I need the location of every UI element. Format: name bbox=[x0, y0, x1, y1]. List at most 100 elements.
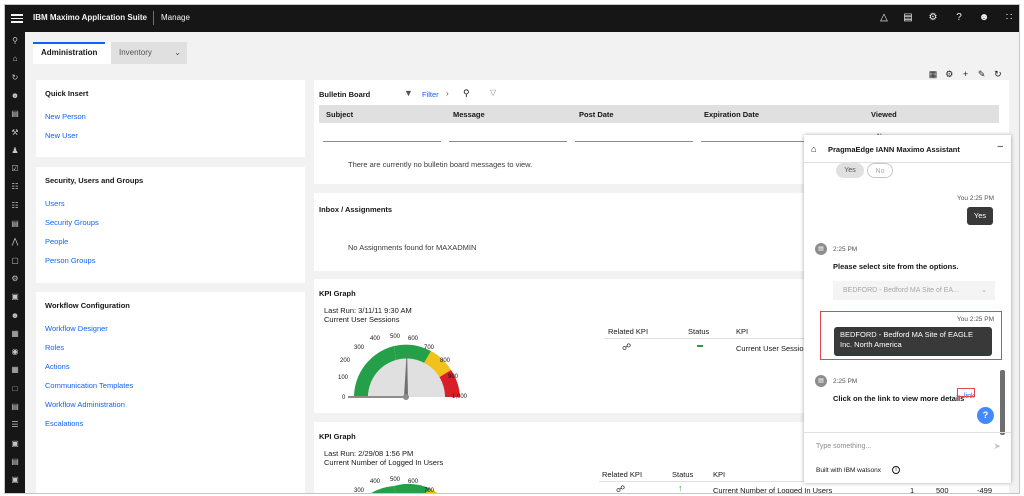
security-groups-link[interactable]: Security Groups bbox=[45, 218, 99, 227]
new-user-link[interactable]: New User bbox=[45, 131, 78, 140]
assistant-chat-window: ⌂ PragmaEdge IANN Maximo Assistant – Yes… bbox=[804, 135, 1011, 483]
people-icon[interactable]: ♟ bbox=[9, 145, 21, 157]
gauge-tick-500: 500 bbox=[390, 477, 401, 483]
history-icon[interactable]: ↻ bbox=[9, 72, 21, 84]
option-no-button[interactable]: No bbox=[867, 163, 893, 178]
card-title: Quick Insert bbox=[45, 89, 89, 98]
app-switcher-icon[interactable]: ∷ bbox=[1002, 11, 1016, 25]
gear-icon[interactable]: ⚙ bbox=[9, 273, 21, 285]
user-icon[interactable]: ☻ bbox=[977, 11, 991, 25]
col-subject[interactable]: Subject bbox=[326, 110, 353, 119]
edit-icon[interactable]: ✎ bbox=[976, 69, 988, 80]
more-icon[interactable]: ⋯ bbox=[9, 493, 21, 494]
filter-icon[interactable]: ▼ bbox=[404, 88, 413, 98]
filter-field-expiration[interactable] bbox=[701, 141, 819, 142]
site-select[interactable]: BEDFORD - Bedford MA Site of EA... ⌄ bbox=[833, 281, 995, 300]
roles-link[interactable]: Roles bbox=[45, 343, 64, 352]
chat-scrollbar[interactable] bbox=[1000, 370, 1005, 435]
col-expiration-date[interactable]: Expiration Date bbox=[704, 110, 759, 119]
settings-icon[interactable]: ⚙ bbox=[926, 11, 940, 25]
lock-icon[interactable]: ▣ bbox=[9, 438, 21, 450]
tab-administration[interactable]: Administration bbox=[33, 42, 106, 64]
help-icon[interactable]: ? bbox=[977, 407, 994, 424]
grid-icon[interactable]: ▦ bbox=[927, 69, 939, 80]
bot-avatar-icon: ▤ bbox=[815, 375, 827, 387]
related-kpi-icon[interactable]: ☍ bbox=[622, 342, 631, 353]
actions-link[interactable]: Actions bbox=[45, 362, 70, 371]
col-related-kpi[interactable]: Related KPI bbox=[602, 470, 642, 479]
gauge-tick-300: 300 bbox=[354, 488, 365, 494]
communication-templates-link[interactable]: Communication Templates bbox=[45, 381, 133, 390]
col-related-kpi[interactable]: Related KPI bbox=[608, 327, 648, 336]
person-icon[interactable]: ☻ bbox=[9, 90, 21, 102]
card-title: Security, Users and Groups bbox=[45, 176, 144, 185]
col-message[interactable]: Message bbox=[453, 110, 485, 119]
chevron-right-icon[interactable]: › bbox=[446, 89, 449, 98]
shield-icon[interactable]: □ bbox=[9, 383, 21, 395]
network-icon[interactable]: ☷ bbox=[9, 181, 21, 193]
home-icon[interactable]: ⌂ bbox=[811, 144, 816, 154]
task-icon[interactable]: ☑ bbox=[9, 163, 21, 175]
col-post-date[interactable]: Post Date bbox=[579, 110, 614, 119]
workflow-designer-link[interactable]: Workflow Designer bbox=[45, 324, 108, 333]
col-viewed[interactable]: Viewed bbox=[871, 110, 897, 119]
filter-field-message[interactable] bbox=[449, 141, 567, 142]
chevron-down-icon[interactable]: ⌄ bbox=[174, 42, 181, 64]
workflow-administration-link[interactable]: Workflow Administration bbox=[45, 400, 125, 409]
people-link[interactable]: People bbox=[45, 237, 68, 246]
app-name[interactable]: IBM Maximo Application Suite bbox=[33, 13, 147, 22]
col-kpi[interactable]: KPI bbox=[736, 327, 748, 336]
clear-filter-icon[interactable]: ▽ bbox=[490, 88, 496, 97]
calendar-icon[interactable]: ▦ bbox=[9, 364, 21, 376]
send-icon[interactable]: ➤ bbox=[993, 441, 1001, 452]
escalations-link[interactable]: Escalations bbox=[45, 419, 83, 428]
col-status[interactable]: Status bbox=[672, 470, 693, 479]
users-link[interactable]: Users bbox=[45, 199, 65, 208]
help-icon[interactable]: ? bbox=[952, 11, 966, 25]
document-icon[interactable]: ▤ bbox=[9, 218, 21, 230]
new-person-link[interactable]: New Person bbox=[45, 112, 86, 121]
chevron-down-icon[interactable]: ⌄ bbox=[981, 281, 987, 300]
divider bbox=[604, 338, 804, 339]
search-icon[interactable]: ⚲ bbox=[9, 35, 21, 47]
add-icon[interactable]: + bbox=[959, 69, 971, 79]
kpi-value-1: 1 bbox=[910, 486, 915, 494]
col-kpi[interactable]: KPI bbox=[713, 470, 725, 479]
megaphone-icon[interactable]: △ bbox=[877, 11, 891, 25]
bot-message: Please select site from the options. bbox=[833, 262, 959, 271]
person-groups-link[interactable]: Person Groups bbox=[45, 256, 95, 265]
filter-field-post-date[interactable] bbox=[575, 141, 693, 142]
chat-input[interactable]: Type something... bbox=[816, 443, 871, 450]
col-status[interactable]: Status bbox=[688, 327, 709, 336]
tab-inventory[interactable]: Inventory ⌄ bbox=[111, 42, 187, 64]
top-bar: IBM Maximo Application Suite Manage △ ▤ … bbox=[5, 5, 1019, 32]
minimize-icon[interactable]: – bbox=[997, 141, 1003, 152]
truck-icon[interactable]: ▣ bbox=[9, 291, 21, 303]
home-icon[interactable]: ⌂ bbox=[9, 53, 21, 65]
clipboard-icon[interactable]: ▤ bbox=[901, 11, 915, 25]
person-add-icon[interactable]: ☻ bbox=[9, 310, 21, 322]
building-icon[interactable]: ▦ bbox=[9, 328, 21, 340]
refresh-icon[interactable]: ↻ bbox=[992, 69, 1004, 80]
hamburger-menu-icon[interactable] bbox=[11, 12, 23, 24]
info-icon[interactable]: i bbox=[892, 466, 900, 474]
related-kpi-icon[interactable]: ☍ bbox=[616, 484, 625, 493]
hierarchy-icon[interactable]: ☷ bbox=[9, 200, 21, 212]
list-icon[interactable]: ☰ bbox=[9, 419, 21, 431]
filter-field-subject[interactable] bbox=[323, 141, 441, 142]
monitor-icon[interactable]: ▢ bbox=[9, 255, 21, 267]
package-icon[interactable]: ▣ bbox=[9, 474, 21, 486]
filter-link[interactable]: Filter bbox=[422, 90, 439, 99]
card-title: Workflow Configuration bbox=[45, 301, 130, 310]
gauge-tick-300: 300 bbox=[354, 345, 365, 351]
option-yes-button[interactable]: Yes bbox=[836, 163, 864, 178]
line-chart-icon[interactable]: ⋀ bbox=[9, 236, 21, 248]
gear-icon[interactable]: ⚙ bbox=[943, 69, 955, 80]
puzzle-icon[interactable]: ◉ bbox=[9, 346, 21, 358]
chart-icon[interactable]: ▤ bbox=[9, 108, 21, 120]
search-icon[interactable]: ⚲ bbox=[463, 88, 470, 99]
cart-icon[interactable]: ▤ bbox=[9, 456, 21, 468]
kpi-value-2: 500 bbox=[936, 486, 949, 494]
wrench-icon[interactable]: ⚒ bbox=[9, 127, 21, 139]
report-icon[interactable]: ▤ bbox=[9, 401, 21, 413]
